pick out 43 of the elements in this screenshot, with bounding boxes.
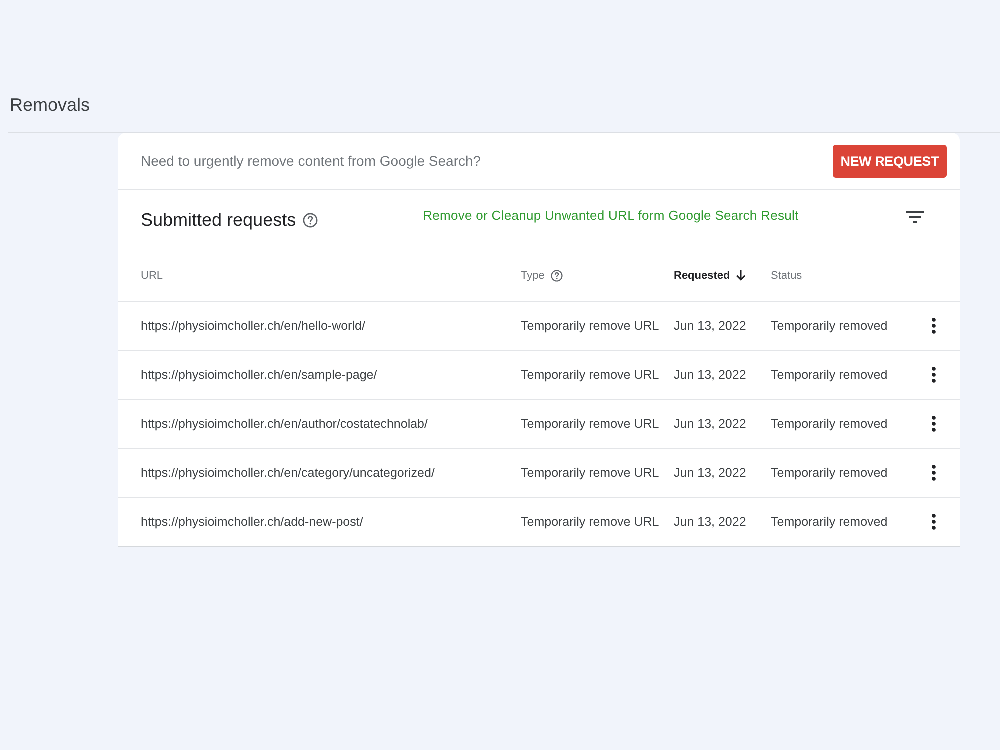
date-cell: Jun 13, 2022 bbox=[674, 466, 746, 480]
url-cell: https://physioimcholler.ch/add-new-post/ bbox=[141, 515, 364, 529]
kebab-icon bbox=[932, 318, 936, 334]
help-icon[interactable] bbox=[303, 212, 318, 228]
more-options-button[interactable] bbox=[932, 367, 936, 383]
kebab-icon bbox=[932, 367, 936, 383]
new-request-button[interactable]: NEW REQUEST bbox=[832, 144, 947, 178]
more-options-button[interactable] bbox=[932, 465, 936, 481]
kebab-icon bbox=[932, 514, 936, 530]
url-cell: https://physioimcholler.ch/en/category/uncategorized/ bbox=[141, 466, 435, 480]
date-cell: Jun 13, 2022 bbox=[674, 515, 746, 529]
annotation-text: Remove or Cleanup Unwanted URL form Google Search Result bbox=[423, 208, 799, 222]
url-cell: https://physioimcholler.ch/en/sample-page/ bbox=[141, 368, 378, 382]
filter-icon[interactable] bbox=[906, 211, 924, 223]
more-options-button[interactable] bbox=[932, 318, 936, 334]
url-cell: https://physioimcholler.ch/en/hello-world/ bbox=[141, 319, 366, 333]
type-cell: Temporarily remove URL bbox=[521, 417, 660, 431]
more-options-button[interactable] bbox=[932, 416, 936, 432]
status-cell: Temporarily removed bbox=[771, 319, 888, 333]
status-cell: Temporarily removed bbox=[771, 515, 888, 529]
date-cell: Jun 13, 2022 bbox=[674, 417, 746, 431]
type-cell: Temporarily remove URL bbox=[521, 515, 660, 529]
arrow-down-icon[interactable] bbox=[736, 270, 746, 281]
page-title: Removals bbox=[10, 94, 90, 117]
type-cell: Temporarily remove URL bbox=[521, 368, 660, 382]
kebab-icon bbox=[932, 465, 936, 481]
panel-title: Submitted requests bbox=[141, 210, 296, 230]
more-options-button[interactable] bbox=[932, 514, 936, 530]
status-cell: Temporarily removed bbox=[771, 417, 888, 431]
type-cell: Temporarily remove URL bbox=[521, 319, 660, 333]
column-header[interactable]: Type bbox=[521, 270, 545, 282]
type-cell: Temporarily remove URL bbox=[521, 466, 660, 480]
date-cell: Jun 13, 2022 bbox=[674, 368, 746, 382]
date-cell: Jun 13, 2022 bbox=[674, 319, 746, 333]
help-icon[interactable] bbox=[550, 270, 563, 282]
column-header[interactable]: URL bbox=[141, 270, 164, 282]
url-cell: https://physioimcholler.ch/en/author/costatechnolab/ bbox=[141, 417, 428, 431]
column-header[interactable]: Requested bbox=[674, 270, 730, 282]
kebab-icon bbox=[932, 416, 936, 432]
banner-text: Need to urgently remove content from Google Search? bbox=[141, 153, 482, 169]
status-cell: Temporarily removed bbox=[771, 466, 888, 480]
column-header[interactable]: Status bbox=[771, 270, 802, 282]
status-cell: Temporarily removed bbox=[771, 368, 888, 382]
